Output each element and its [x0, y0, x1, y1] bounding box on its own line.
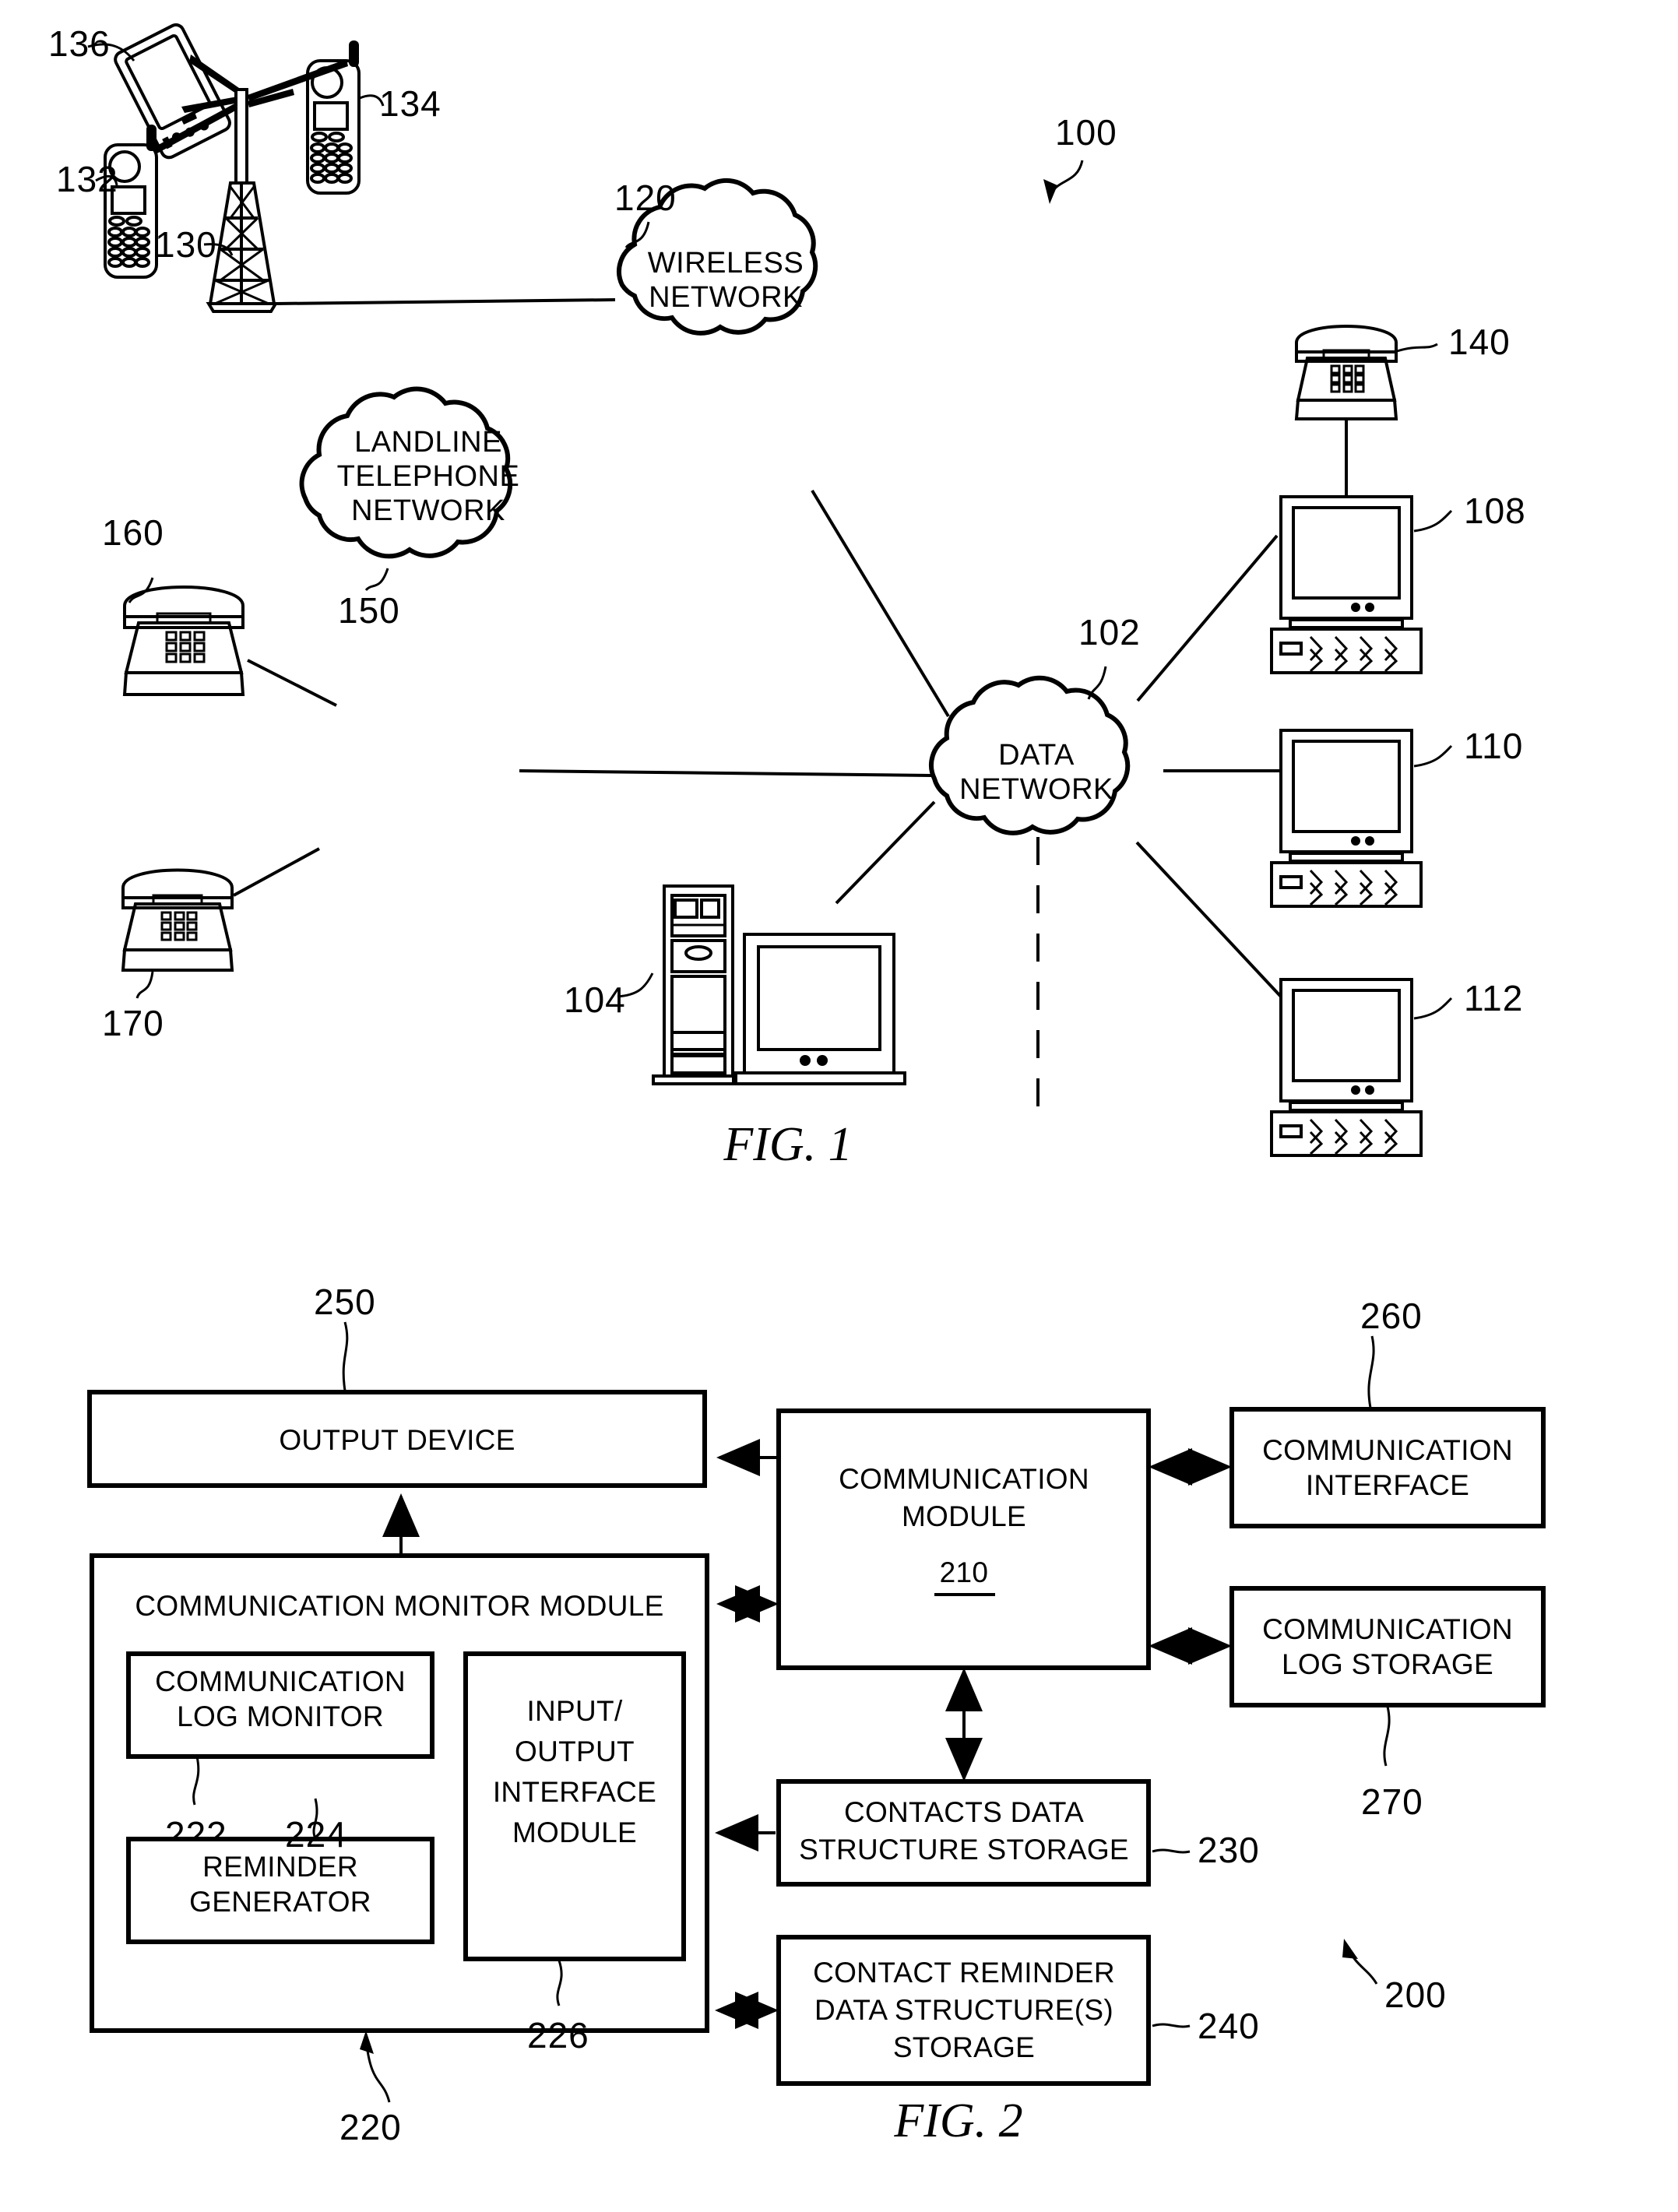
- ref-number-160: 160: [102, 512, 164, 553]
- mobile-phone-134: 134: [306, 40, 441, 195]
- patent-figures-svg: 136 134 132 130 WIRELESS NETWORK 120 LAN…: [48, 23, 1546, 2147]
- ref-number-108: 108: [1464, 491, 1526, 531]
- wireless-network-label-1: WIRELESS: [648, 247, 804, 280]
- ref-number-220: 220: [339, 2107, 402, 2147]
- desktop-computer-110: 110: [1270, 726, 1523, 908]
- ref-number-240: 240: [1198, 2006, 1260, 2046]
- desk-telephone-160: 160: [102, 512, 337, 707]
- landline-network-label-2: TELEPHONE: [337, 460, 520, 493]
- log-monitor-label-2: LOG MONITOR: [177, 1700, 384, 1732]
- data-network-label-1: DATA: [998, 739, 1075, 772]
- reminder-storage-label-1: CONTACT REMINDER: [813, 1957, 1115, 1989]
- landline-network-cloud-150: LANDLINE TELEPHONE NETWORK 150: [299, 386, 520, 631]
- communication-interface-label-1: COMMUNICATION: [1262, 1434, 1513, 1466]
- figure-1-group: 136 134 132 130 WIRELESS NETWORK 120 LAN…: [48, 23, 1526, 1171]
- communication-module-ref: 210: [940, 1556, 989, 1588]
- output-device-label: OUTPUT DEVICE: [279, 1424, 515, 1456]
- ref-number-120: 120: [614, 178, 677, 218]
- block-reminder-storage-240: CONTACT REMINDER DATA STRUCTURE(S) STORA…: [776, 1935, 1260, 2086]
- block-contacts-storage-230: CONTACTS DATA STRUCTURE STORAGE 230: [776, 1779, 1260, 1887]
- patent-drawing-sheet: 136 134 132 130 WIRELESS NETWORK 120 LAN…: [0, 0, 1678, 2212]
- desk-telephone-140: 140: [1294, 322, 1511, 497]
- desktop-computer-108: 108: [1270, 491, 1526, 674]
- reminder-storage-label-2: DATA STRUCTURE(S): [814, 1994, 1113, 2026]
- log-monitor-label-1: COMMUNICATION: [155, 1665, 406, 1697]
- block-communication-module-210: COMMUNICATION MODULE 210: [776, 1408, 1151, 1670]
- block-output-device-250: OUTPUT DEVICE 250: [87, 1282, 707, 1488]
- contacts-storage-label-2: STRUCTURE STORAGE: [799, 1834, 1129, 1866]
- ref-number-224: 224: [285, 1814, 347, 1855]
- reminder-generator-label-2: GENERATOR: [189, 1886, 371, 1918]
- ref-number-270: 270: [1361, 1781, 1423, 1822]
- ref-number-102: 102: [1078, 612, 1141, 652]
- ref-number-200: 200: [1384, 1975, 1447, 2015]
- wireless-network-label-2: NETWORK: [649, 281, 803, 314]
- ref-number-140: 140: [1448, 322, 1511, 362]
- ref-number-226: 226: [527, 2015, 589, 2056]
- ref-number-100: 100: [1055, 112, 1117, 153]
- ref-number-150: 150: [338, 590, 400, 631]
- desktop-computer-112: 112: [1270, 978, 1523, 1157]
- ref-number-134: 134: [379, 83, 441, 124]
- landline-network-label-3: NETWORK: [351, 494, 505, 527]
- block-communication-log-storage-270: COMMUNICATION LOG STORAGE 270: [1229, 1586, 1546, 1822]
- pda-device-136: 136: [48, 23, 231, 160]
- ref-number-130: 130: [155, 224, 217, 265]
- desk-telephone-170: 170: [102, 847, 320, 1043]
- data-network-cloud-102: DATA NETWORK 102: [519, 489, 1285, 1121]
- ref-number-110: 110: [1464, 726, 1523, 766]
- io-interface-label-3: INTERFACE: [493, 1776, 656, 1808]
- ref-number-170: 170: [102, 1003, 164, 1043]
- ref-number-112: 112: [1464, 978, 1523, 1018]
- block-communication-interface-260: COMMUNICATION INTERFACE 260: [1229, 1296, 1546, 1528]
- figure-2-caption: FIG. 2: [893, 2094, 1022, 2147]
- communication-interface-label-2: INTERFACE: [1306, 1469, 1469, 1501]
- log-storage-label-2: LOG STORAGE: [1282, 1648, 1493, 1680]
- io-interface-label-1: INPUT/: [526, 1695, 622, 1727]
- figure-2-group: OUTPUT DEVICE 250 COMMUNICATION MONITOR …: [87, 1282, 1546, 2147]
- communication-monitor-module-label: COMMUNICATION MONITOR MODULE: [135, 1590, 663, 1622]
- ref-number-136: 136: [48, 23, 111, 64]
- ref-number-260: 260: [1360, 1296, 1423, 1336]
- system-ref-200: 200: [1342, 1939, 1447, 2015]
- block-communication-monitor-module-220: COMMUNICATION MONITOR MODULE COMMUNICATI…: [90, 1553, 709, 2147]
- ref-number-230: 230: [1198, 1830, 1260, 1870]
- system-ref-100: 100: [1043, 112, 1117, 204]
- communication-module-label-1: COMMUNICATION: [839, 1463, 1089, 1495]
- contacts-storage-label-1: CONTACTS DATA: [844, 1796, 1084, 1828]
- io-interface-label-2: OUTPUT: [515, 1735, 635, 1767]
- log-storage-label-1: COMMUNICATION: [1262, 1613, 1513, 1645]
- server-computer-104: 104: [564, 884, 906, 1085]
- ref-number-132: 132: [56, 159, 118, 199]
- io-interface-label-4: MODULE: [512, 1816, 637, 1848]
- figure-1-caption: FIG. 1: [723, 1118, 852, 1171]
- reminder-storage-label-3: STORAGE: [893, 2031, 1035, 2063]
- data-network-label-2: NETWORK: [959, 773, 1113, 806]
- landline-network-label-1: LANDLINE: [354, 426, 502, 459]
- communication-module-label-2: MODULE: [902, 1500, 1026, 1532]
- reminder-generator-label-1: REMINDER: [202, 1851, 358, 1883]
- ref-number-250: 250: [314, 1282, 376, 1322]
- wireless-network-cloud-120: WIRELESS NETWORK 120: [275, 178, 818, 336]
- mobile-phone-132: 132: [56, 125, 158, 279]
- ref-number-104: 104: [564, 979, 626, 1020]
